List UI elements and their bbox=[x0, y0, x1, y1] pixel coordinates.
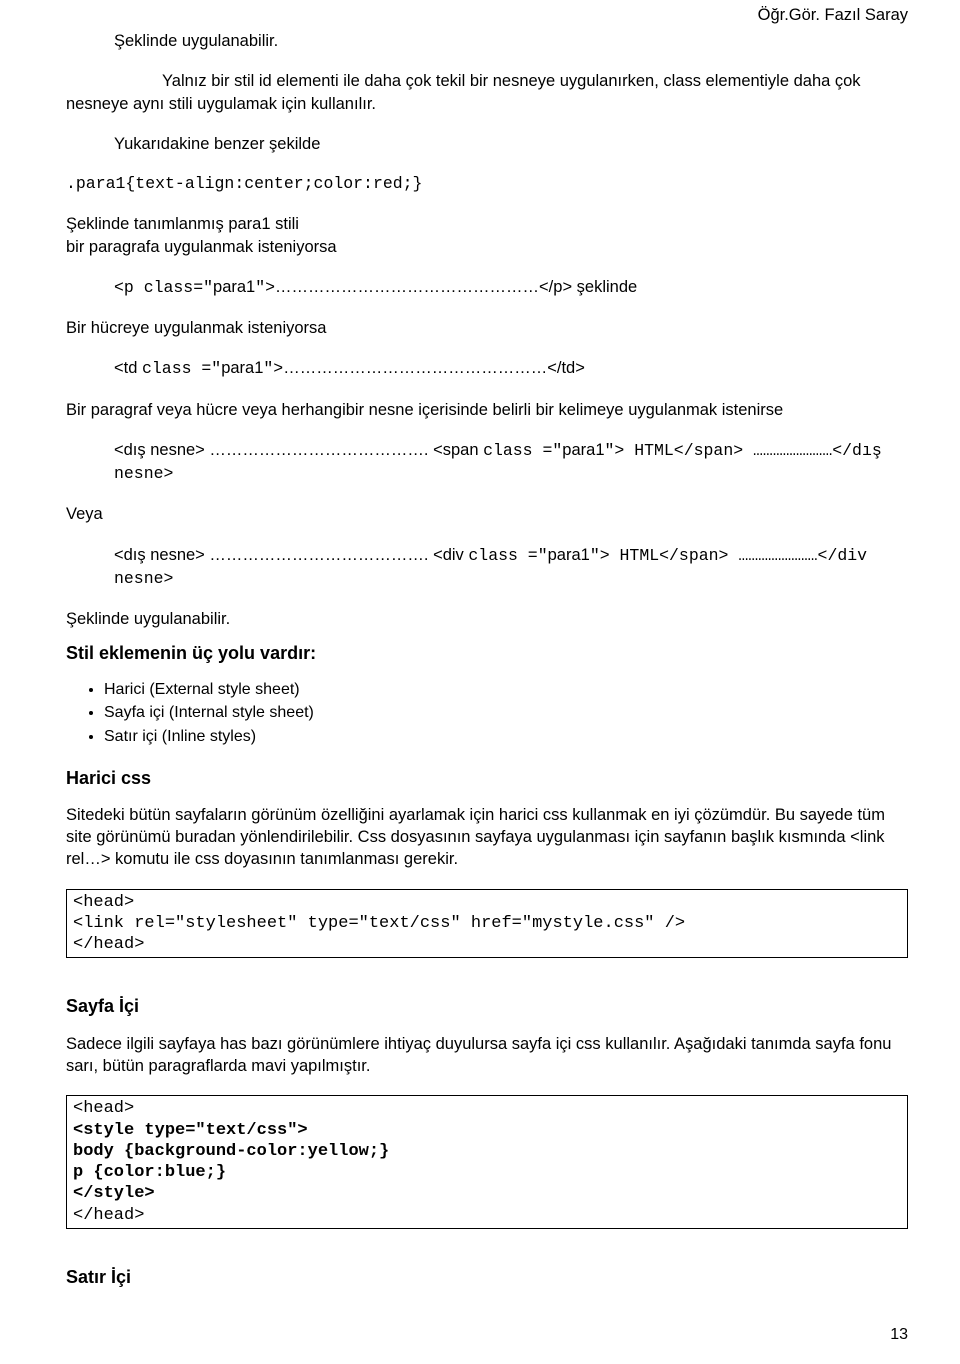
code-block: <head> <link rel="stylesheet" type="text… bbox=[66, 889, 908, 959]
paragraph: Veya bbox=[66, 503, 908, 525]
code-fragment: "> bbox=[263, 359, 283, 378]
code-line: <head> bbox=[73, 893, 134, 912]
text: Yalnız bir stil id elementi ile daha çok… bbox=[66, 72, 861, 112]
code-fragment: class =" bbox=[142, 359, 221, 378]
heading-methods: Stil eklemenin üç yolu vardır: bbox=[66, 641, 908, 665]
list-item: Sayfa içi (Internal style sheet) bbox=[104, 702, 908, 724]
header-author: Öğr.Gör. Fazıl Saray bbox=[758, 4, 908, 26]
code-fragment: para1 bbox=[562, 441, 604, 459]
paragraph: Şeklinde uygulanabilir. bbox=[66, 608, 908, 630]
code-line: </head> bbox=[73, 935, 144, 954]
text: <dış nesne> …………………………………. <span bbox=[114, 441, 483, 459]
code-line: <dış nesne> …………………………………. <div class ="… bbox=[114, 544, 908, 591]
code-fragment: class =" bbox=[468, 546, 547, 565]
paragraph: Sitedeki bütün sayfaların görünüm özelli… bbox=[66, 804, 908, 871]
text: bir paragrafa uygulanmak isteniyorsa bbox=[66, 236, 908, 258]
code-fragment: class =" bbox=[483, 441, 562, 460]
paragraph: Şeklinde uygulanabilir. bbox=[114, 30, 908, 52]
code-line: body {background-color:yellow;} bbox=[73, 1142, 389, 1161]
paragraph: Yalnız bir stil id elementi ile daha çok… bbox=[66, 70, 908, 115]
code-line: <dış nesne> …………………………………. <span class =… bbox=[114, 439, 908, 486]
heading-harici: Harici css bbox=[66, 766, 908, 790]
list-item: Harici (External style sheet) bbox=[104, 679, 908, 701]
bullet-list: Harici (External style sheet) Sayfa içi … bbox=[104, 679, 908, 748]
text: …………………………………………</p> şeklinde bbox=[275, 278, 637, 296]
code-line: </head> bbox=[73, 1206, 144, 1225]
code-fragment: para1 bbox=[221, 359, 263, 377]
code-block: <head> <style type="text/css"> body {bac… bbox=[66, 1095, 908, 1229]
code-fragment: <p class=" bbox=[114, 278, 213, 297]
code-line: <head> bbox=[73, 1099, 134, 1118]
heading-sayfa: Sayfa İçi bbox=[66, 994, 908, 1018]
code-line: <link rel="stylesheet" type="text/css" h… bbox=[73, 914, 685, 933]
paragraph: Sadece ilgili sayfaya has bazı görünümle… bbox=[66, 1033, 908, 1078]
code-fragment: "> bbox=[255, 278, 275, 297]
text: …………………………………………</td> bbox=[283, 359, 585, 377]
code-line: .para1{text-align:center;color:red;} bbox=[66, 173, 908, 195]
paragraph: Bir hücreye uygulanmak isteniyorsa bbox=[66, 317, 908, 339]
paragraph: Şeklinde tanımlanmış para1 stili bir par… bbox=[66, 213, 908, 258]
list-item: Satır içi (Inline styles) bbox=[104, 726, 908, 748]
text: <dış nesne> …………………………………. <div bbox=[114, 546, 468, 564]
code-line: </style> bbox=[73, 1184, 155, 1203]
paragraph: Yukarıdakine benzer şekilde bbox=[114, 133, 908, 155]
text: Şeklinde tanımlanmış para1 stili bbox=[66, 213, 908, 235]
code-line: <style type="text/css"> bbox=[73, 1121, 308, 1140]
paragraph: Bir paragraf veya hücre veya herhangibir… bbox=[66, 399, 908, 421]
code-line: p {color:blue;} bbox=[73, 1163, 226, 1182]
code-line: <p class="para1">…………………………………………</p> şe… bbox=[114, 276, 908, 299]
page-number: 13 bbox=[890, 1324, 908, 1346]
code-fragment: para1 bbox=[548, 546, 590, 564]
code-line: <td class ="para1">…………………………………………</td> bbox=[114, 357, 908, 380]
text: <td bbox=[114, 359, 142, 377]
heading-satir: Satır İçi bbox=[66, 1265, 908, 1289]
code-fragment: para1 bbox=[213, 278, 255, 296]
